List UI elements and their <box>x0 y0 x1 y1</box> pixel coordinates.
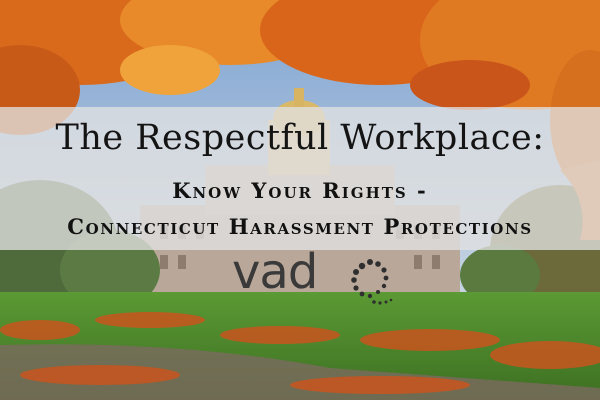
page-title: The Respectful Workplace: <box>55 118 545 158</box>
logo-text: vad <box>232 244 318 300</box>
subtitle-line-2: Connecticut Harassment Protections <box>67 214 533 239</box>
subtitle-line-1: Know Your Rights - <box>172 178 428 203</box>
logo-dots-icon <box>351 259 393 305</box>
